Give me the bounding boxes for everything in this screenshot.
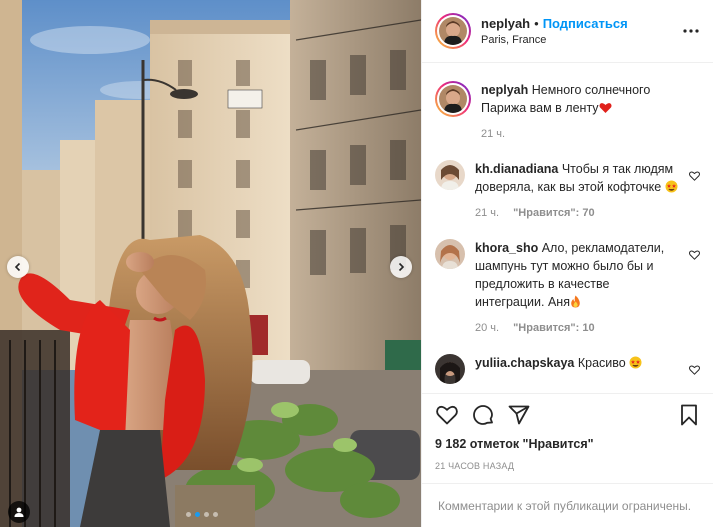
post-date[interactable]: 21 часов назад [422,461,713,471]
commenter-avatar-image [435,239,465,269]
commenter-avatar[interactable] [435,239,465,269]
star-struck-emoji-icon [629,356,642,369]
comment-button[interactable] [471,403,495,427]
red-heart-icon [599,103,612,113]
carousel-dot-active [195,512,200,517]
chevron-left-icon [14,262,21,272]
comment-item: khora_sho Ало, рекламодатели, шампунь ту… [435,239,701,334]
commenter-avatar[interactable] [435,160,465,190]
author-avatar-image [439,17,467,45]
heart-outline-icon [689,171,700,181]
post-location[interactable]: Paris, France [481,34,681,46]
carousel-dot [213,512,218,517]
like-button[interactable] [435,403,459,427]
fire-emoji-icon [571,295,580,308]
heart-outline-icon [689,365,700,375]
comment-item: yuliia.chapskaya Красиво [435,354,701,384]
share-button[interactable] [507,403,531,427]
paris-street-photo [0,0,421,527]
post-photo[interactable] [0,0,421,527]
bookmark-icon [681,404,697,425]
commenter-avatar-image [435,354,465,384]
comment-time[interactable]: 20 ч. [475,322,499,334]
star-struck-emoji-icon [665,180,678,193]
previous-photo-button[interactable] [7,256,29,278]
comment-time[interactable]: 21 ч. [475,207,499,219]
header-separator: • [534,16,539,31]
comment-username[interactable]: yuliia.chapskaya [475,356,574,370]
author-avatar[interactable] [435,13,471,49]
tagged-users-button[interactable] [8,501,30,523]
like-comment-button[interactable] [689,364,700,378]
comment-text: Красиво [577,356,626,370]
like-comment-button[interactable] [689,249,700,263]
caption-time[interactable]: 21 ч. [481,128,505,140]
comments-limited-notice: Комментарии к этой публикации ограничены… [422,483,713,527]
likes-count[interactable]: 9 182 отметок "Нравится" [422,437,713,451]
carousel-dot [186,512,191,517]
post-actions [422,393,713,435]
like-comment-button[interactable] [689,170,700,184]
instagram-post: neplyah • Подписаться Paris, France nepl… [0,0,713,527]
carousel-indicator [186,512,218,517]
comment-username[interactable]: khora_sho [475,241,538,255]
comment-username[interactable]: kh.dianadiana [475,162,558,176]
post-caption: neplyah Немного солнечного Парижа вам в … [435,81,701,140]
user-icon [14,507,24,517]
heart-outline-icon [689,250,700,260]
heart-outline-icon [436,405,458,424]
author-username[interactable]: neplyah [481,16,530,31]
comments-list[interactable]: neplyah Немного солнечного Парижа вам в … [422,63,713,393]
more-horizontal-icon [683,29,699,33]
more-options-button[interactable] [681,21,701,41]
comment-item: kh.dianadiana Чтобы я так людям доверяла… [435,160,701,219]
commenter-avatar-image [435,160,465,190]
caption-author-avatar[interactable] [435,81,471,117]
next-photo-button[interactable] [390,256,412,278]
save-button[interactable] [677,403,701,427]
comment-likes[interactable]: "Нравится": 70 [513,207,594,219]
post-details-panel: neplyah • Подписаться Paris, France nepl… [421,0,713,527]
follow-button[interactable]: Подписаться [543,16,628,31]
comment-likes[interactable]: "Нравится": 10 [513,322,594,334]
comment-bubble-icon [473,404,493,425]
commenter-avatar[interactable] [435,354,465,384]
caption-username[interactable]: neplyah [481,83,528,97]
carousel-dot [204,512,209,517]
post-header: neplyah • Подписаться Paris, France [422,0,713,63]
caption-avatar-image [439,85,467,113]
paper-plane-icon [508,405,530,424]
chevron-right-icon [398,262,405,272]
